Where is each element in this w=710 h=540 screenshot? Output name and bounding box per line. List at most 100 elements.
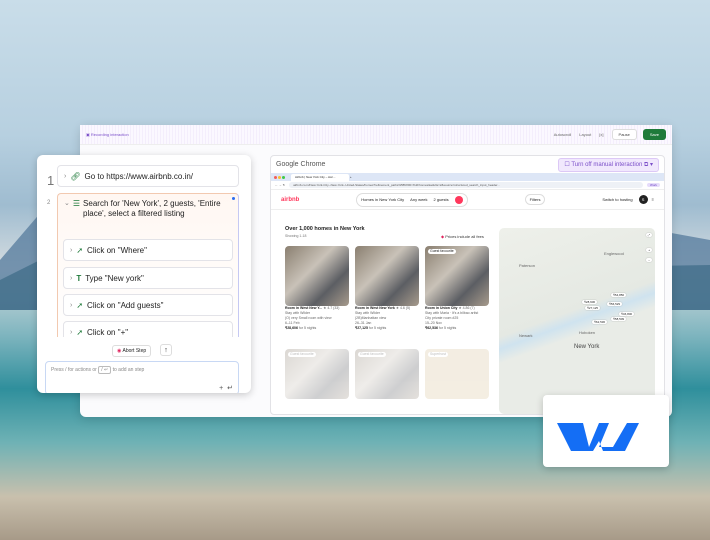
prices-note: ◆ Prices include all fees xyxy=(441,234,484,239)
listing-price: ₹28,606 xyxy=(285,326,298,330)
listing-dates: 6–11 Feb xyxy=(285,321,300,325)
cursor-click-icon: ➚ xyxy=(76,245,84,255)
listing-dates: 15–20 Nov xyxy=(425,321,442,325)
listing-host: Stay with Wilder xyxy=(355,311,381,315)
step-item[interactable]: › 🔗︎ Go to https://www.airbnb.co.in/ xyxy=(57,165,239,187)
nav-buttons-icon[interactable]: ← → ↻ xyxy=(275,183,285,187)
listing-host: Stay with Maria · It's a bilbao artist xyxy=(425,311,479,315)
abort-label: Abort Step xyxy=(122,348,147,354)
chevron-right-icon[interactable]: › xyxy=(70,329,72,336)
text-type-icon: T xyxy=(76,273,82,283)
turn-off-label: Turn off manual interaction xyxy=(571,161,643,168)
new-tab-icon[interactable]: + xyxy=(349,175,352,179)
listing-badge: Guest favourite xyxy=(288,352,316,357)
listing-price: ₹27,125 xyxy=(355,326,368,330)
avatar[interactable]: S xyxy=(638,195,648,204)
map-label: Englewood xyxy=(604,251,624,256)
save-button[interactable]: Save xyxy=(642,129,666,140)
switch-to-hosting-link[interactable]: Switch to hosting xyxy=(602,197,632,202)
listing-desc: (O) very Small room with view xyxy=(285,316,332,320)
webflow-logo-icon xyxy=(557,423,639,451)
map-city-label: New York xyxy=(574,344,600,350)
step-input[interactable]: Press / for actions or / ↵ to add an ste… xyxy=(45,361,239,393)
search-bar[interactable]: Homes in New York City Any week 2 guests xyxy=(356,192,468,207)
abort-step-button[interactable]: ◉ Abort Step xyxy=(112,345,152,357)
expand-map-icon[interactable]: ⤢ xyxy=(645,233,652,237)
listing-rating: ★ 4.6 (5) xyxy=(395,306,411,310)
input-hint-suffix: to add an step xyxy=(112,367,145,373)
layout-toggle[interactable]: Layout xyxy=(579,132,591,137)
where-field[interactable]: Homes in New York City xyxy=(361,197,404,202)
substep-item[interactable]: › ➚ Click on "Where" xyxy=(63,239,233,261)
autoscroll-toggle[interactable]: Autoscroll xyxy=(554,132,572,137)
substep-label: Click on "Add guests" xyxy=(87,300,164,310)
when-field[interactable]: Any week xyxy=(410,197,427,202)
listing-price: ₹62,536 xyxy=(425,326,438,330)
substep-label: Click on "Where" xyxy=(87,245,147,255)
chevron-right-icon[interactable]: › xyxy=(70,247,72,254)
chevron-right-icon[interactable]: › xyxy=(70,302,72,309)
chevron-right-icon[interactable]: › xyxy=(70,275,72,282)
listing-card[interactable]: Guest favourite xyxy=(355,349,419,399)
guest-favourite-badge: Guest favourite xyxy=(428,249,456,254)
map-price-pin[interactable]: ₹62,536 xyxy=(592,320,608,324)
map-price-pin[interactable]: ₹46,800 xyxy=(619,312,635,316)
listing-desc: City private room #25 xyxy=(425,316,459,320)
search-icon[interactable] xyxy=(454,195,463,204)
input-hint: Press / for actions or xyxy=(51,367,97,373)
listing-price-note: for 5 nights xyxy=(368,326,387,330)
substep-label: Click on "+" xyxy=(87,327,129,337)
map-price-pin[interactable]: ₹54,856 xyxy=(611,293,627,297)
profile-button[interactable]: Work xyxy=(647,183,660,187)
scroll-up-button[interactable]: ↑ xyxy=(160,344,172,356)
zoom-out-icon[interactable]: − xyxy=(646,258,652,262)
listing-badge: Superhost xyxy=(428,352,448,357)
substep-label: Type "New york" xyxy=(85,273,144,283)
recording-title: Recording interaction xyxy=(90,132,129,137)
listing-photo[interactable] xyxy=(285,246,349,306)
listing-card[interactable]: Superhost xyxy=(425,349,489,399)
browser-tab[interactable]: Airbnb | New York City – Acc... xyxy=(291,173,349,181)
substep-item[interactable]: › ➚ Click on "Add guests" xyxy=(63,294,233,316)
cursor-click-icon: ➚ xyxy=(76,327,84,337)
map-price-pin[interactable]: ₹58,509 xyxy=(611,317,627,321)
map-price-pin[interactable]: ₹27,125 xyxy=(585,306,601,310)
menu-icon[interactable]: ≡ xyxy=(652,197,654,202)
step-label: Go to https://www.airbnb.co.in/ xyxy=(84,171,194,181)
turn-off-manual-interaction-button[interactable]: ☐ Turn off manual interaction ⧉ ▾ xyxy=(558,157,659,172)
map-price-pin[interactable]: ₹56,529 xyxy=(607,302,623,306)
listing-title: Room in Union City xyxy=(425,306,458,310)
shortcut-key: / ↵ xyxy=(98,366,112,374)
url-bar[interactable]: airbnb.co.in/New-York-City--New-York--Un… xyxy=(289,182,644,188)
results-count: Showing 1-18 xyxy=(285,234,307,238)
listing-photo[interactable] xyxy=(355,246,419,306)
listing-badge: Guest favourite xyxy=(358,352,386,357)
map-price-pin[interactable]: ₹28,606 xyxy=(582,300,598,304)
who-field[interactable]: 2 guests xyxy=(434,197,449,202)
listing-card[interactable]: Room in West New York ★ 4.6 (5) Stay with… xyxy=(355,246,419,331)
filters-button[interactable]: Filters xyxy=(524,194,546,205)
add-enter-icon[interactable]: + ↵ xyxy=(219,384,233,392)
airbnb-logo[interactable]: airbnb xyxy=(281,197,299,203)
listing-photo[interactable]: Guest favourite xyxy=(425,246,489,306)
listing-card[interactable]: Room in West New Y... ★ 4.7 (33) Stay wit… xyxy=(285,246,349,331)
listing-price-note: for 5 nights xyxy=(298,326,317,330)
listing-desc: (2B)Manhattan view xyxy=(355,316,387,320)
map[interactable]: Paterson Englewood Newark Hoboken New Yo… xyxy=(499,228,655,414)
zoom-in-icon[interactable]: + xyxy=(646,248,652,252)
map-label: Paterson xyxy=(519,263,536,268)
listing-title: Room in West New Y... xyxy=(285,306,323,310)
listing-host: Stay with Wilder xyxy=(285,311,311,315)
variables-button[interactable]: [x] xyxy=(599,132,603,137)
listing-title: Room in West New York xyxy=(355,306,395,310)
listing-card[interactable]: Guest favourite xyxy=(285,349,349,399)
pause-button[interactable]: Pause xyxy=(611,129,637,140)
chevron-right-icon[interactable]: › xyxy=(64,173,66,180)
listing-card[interactable]: Guest favourite Room in Union City ★ 4.86… xyxy=(425,246,489,331)
webflow-logo-card xyxy=(543,395,669,467)
substep-item[interactable]: › T Type "New york" xyxy=(63,267,233,289)
listing-dates: 26–31 Jan xyxy=(355,321,372,325)
chevron-down-icon[interactable]: ⌄ xyxy=(64,199,70,219)
listing-price-note: for 5 nights xyxy=(438,326,457,330)
step-label: Search for 'New York', 2 guests, 'Entire… xyxy=(83,199,221,218)
